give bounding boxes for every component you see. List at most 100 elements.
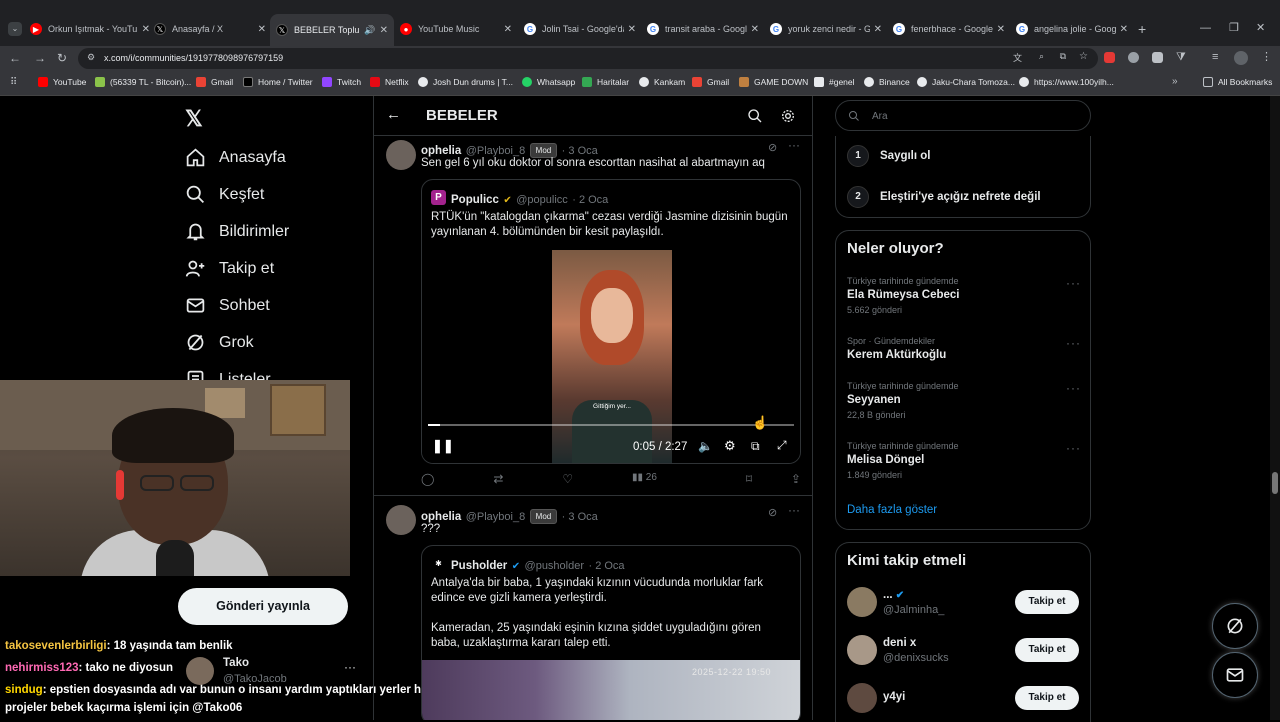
nav-explore[interactable]: Keşfet: [185, 184, 264, 205]
camera-footage-image[interactable]: 2025-12-22 19:50: [422, 660, 800, 720]
trend-item[interactable]: Spor · Gündemdekiler Kerem Aktürkoğlu: [847, 336, 946, 361]
window-close-icon[interactable]: ✕: [1256, 21, 1265, 34]
bookmark-item[interactable]: GAME DOWN: [739, 77, 808, 87]
post-date[interactable]: · 3 Oca: [562, 511, 598, 523]
address-bar[interactable]: ⚙ x.com/i/communities/191977809897679715…: [78, 48, 1098, 69]
page-scrollbar[interactable]: [1270, 96, 1280, 720]
video-settings-icon[interactable]: ⚙: [724, 438, 736, 454]
post-more-icon[interactable]: ···: [788, 503, 800, 517]
tab-close-icon[interactable]: ✕: [874, 24, 882, 35]
post[interactable]: ophelia @Playboi_8 Mod · 3 Oca ⊘ ··· ???…: [374, 497, 812, 720]
bookmark-item[interactable]: YouTube: [38, 77, 86, 87]
fullscreen-icon[interactable]: ⤢: [777, 438, 787, 453]
bookmark-star-icon[interactable]: ☆: [1079, 51, 1088, 62]
search-icon[interactable]: [747, 108, 763, 124]
nav-home[interactable]: Anasayfa: [185, 147, 286, 168]
tab-close-icon[interactable]: ✕: [142, 24, 150, 35]
trend-more-icon[interactable]: ···: [1066, 336, 1081, 350]
author-name[interactable]: ophelia: [421, 511, 461, 523]
follow-button[interactable]: Takip et: [1015, 638, 1079, 662]
bookmark-item[interactable]: Kankam: [639, 77, 685, 87]
bookmark-item[interactable]: https://www.100yilh...: [1019, 77, 1114, 87]
back-arrow-icon[interactable]: ←: [9, 51, 21, 65]
follow-suggestion[interactable]: ... ✔ @Jalminha_: [847, 587, 944, 617]
search-input[interactable]: Ara: [835, 100, 1091, 131]
menu-kebab-icon[interactable]: ⋮: [1261, 50, 1272, 63]
x-logo-icon[interactable]: 𝕏: [185, 106, 203, 132]
grok-icon[interactable]: ⊘: [768, 506, 777, 519]
bookmark-item[interactable]: Haritalar: [582, 77, 629, 87]
trend-more-icon[interactable]: ···: [1066, 381, 1081, 395]
avatar[interactable]: [847, 635, 877, 665]
trend-item[interactable]: Türkiye tarihinde gündemde Ela Rümeysa C…: [847, 276, 960, 315]
all-bookmarks-folder[interactable]: All Bookmarks: [1203, 77, 1272, 87]
post-date[interactable]: · 3 Oca: [562, 145, 598, 157]
show-more-link[interactable]: Daha fazla göster: [847, 504, 937, 516]
grok-floating-button[interactable]: [1212, 603, 1258, 649]
account-more-icon[interactable]: ···: [344, 660, 356, 674]
tab-close-icon[interactable]: ✕: [1120, 24, 1128, 35]
follow-button[interactable]: Takip et: [1015, 686, 1079, 710]
avatar[interactable]: [847, 683, 877, 713]
browser-tab[interactable]: G yoruk zenci nedir - G ✕: [770, 17, 882, 41]
messages-floating-button[interactable]: [1212, 652, 1258, 698]
follow-button[interactable]: Takip et: [1015, 590, 1079, 614]
browser-tab[interactable]: ▶ Orkun Işıtmak - YouTu ✕: [30, 17, 150, 41]
tab-close-icon[interactable]: ✕: [380, 25, 388, 36]
quoted-post[interactable]: P Populicc ✔ @populicc · 2 Oca RTÜK'ün "…: [421, 179, 801, 464]
nav-grok[interactable]: Grok: [185, 332, 254, 353]
more-bookmarks-icon[interactable]: »: [1172, 76, 1178, 87]
follow-suggestion[interactable]: y4yi: [847, 683, 905, 713]
grok-icon[interactable]: ⊘: [768, 141, 777, 154]
post-button[interactable]: Gönderi yayınla: [178, 588, 348, 625]
video-progress-track[interactable]: [428, 424, 794, 426]
pause-icon[interactable]: ❚❚: [432, 438, 454, 454]
tab-close-icon[interactable]: ✕: [504, 24, 512, 35]
zoom-icon[interactable]: ⌕: [1039, 51, 1044, 62]
trend-item[interactable]: Türkiye tarihinde gündemde Melisa Döngel…: [847, 441, 959, 480]
trend-item[interactable]: Türkiye tarihinde gündemde Seyyanen 22,8…: [847, 381, 959, 420]
browser-tab[interactable]: G transit araba - Googl ✕: [647, 17, 759, 41]
bookmark-item[interactable]: Binance: [864, 77, 910, 87]
bookmark-item[interactable]: Josh Dun drums | T...: [418, 77, 513, 87]
install-app-icon[interactable]: ⧉: [1060, 51, 1066, 62]
bookmark-item[interactable]: Twitch: [322, 77, 361, 87]
author-handle[interactable]: @Playboi_8: [466, 145, 525, 157]
rule-item[interactable]: 2 Eleştiri'ye açığız nefrete değil: [847, 186, 1041, 208]
bookmark-item[interactable]: #genel: [814, 77, 855, 87]
author-name[interactable]: ophelia: [421, 145, 461, 157]
trend-more-icon[interactable]: ···: [1066, 276, 1081, 290]
avatar[interactable]: [386, 505, 416, 535]
minimize-icon[interactable]: —: [1200, 22, 1211, 34]
back-arrow-icon[interactable]: ←: [386, 106, 401, 123]
bookmark-item[interactable]: Jaku-Chara Tomoza...: [917, 77, 1015, 87]
browser-tab[interactable]: G Jolin Tsai - Google'da ✕: [524, 17, 636, 41]
tab-list-button[interactable]: ⌄: [8, 22, 22, 36]
extension-icon[interactable]: [1152, 52, 1163, 63]
media-control-icon[interactable]: ≡: [1212, 51, 1218, 63]
settings-gear-icon[interactable]: [780, 108, 796, 124]
bookmark-item[interactable]: Gmail: [196, 77, 233, 87]
post-more-icon[interactable]: ···: [788, 138, 800, 152]
bookmark-item[interactable]: Gmail: [692, 77, 729, 87]
nav-messages[interactable]: Sohbet: [185, 295, 270, 316]
extension-icon[interactable]: [1128, 52, 1139, 63]
tab-close-icon[interactable]: ✕: [751, 24, 759, 35]
reload-icon[interactable]: ↻: [57, 51, 67, 65]
picture-in-picture-icon[interactable]: ⧉: [751, 439, 760, 454]
rule-item[interactable]: 1 Saygılı ol: [847, 145, 931, 167]
extension-icon[interactable]: [1104, 52, 1115, 63]
repost-icon[interactable]: ⇄: [493, 472, 503, 486]
quoted-post[interactable]: ✱ Pusholder ✔ @pusholder · 2 Oca Antalya…: [421, 545, 801, 720]
tab-close-icon[interactable]: ✕: [997, 24, 1005, 35]
share-icon[interactable]: ⇪: [791, 472, 801, 486]
apps-grid-icon[interactable]: ⠿: [10, 77, 17, 88]
bookmark-item[interactable]: Whatsapp: [522, 77, 575, 87]
browser-tab[interactable]: ● YouTube Music ✕: [400, 17, 512, 41]
bookmark-item[interactable]: Home / Twitter: [243, 77, 313, 87]
bookmark-item[interactable]: Netflix: [370, 77, 409, 87]
maximize-icon[interactable]: ❐: [1229, 21, 1239, 34]
tab-close-icon[interactable]: ✕: [628, 24, 636, 35]
profile-avatar[interactable]: [1234, 51, 1248, 65]
browser-tab[interactable]: G angelina jolie - Goog ✕: [1016, 17, 1128, 41]
